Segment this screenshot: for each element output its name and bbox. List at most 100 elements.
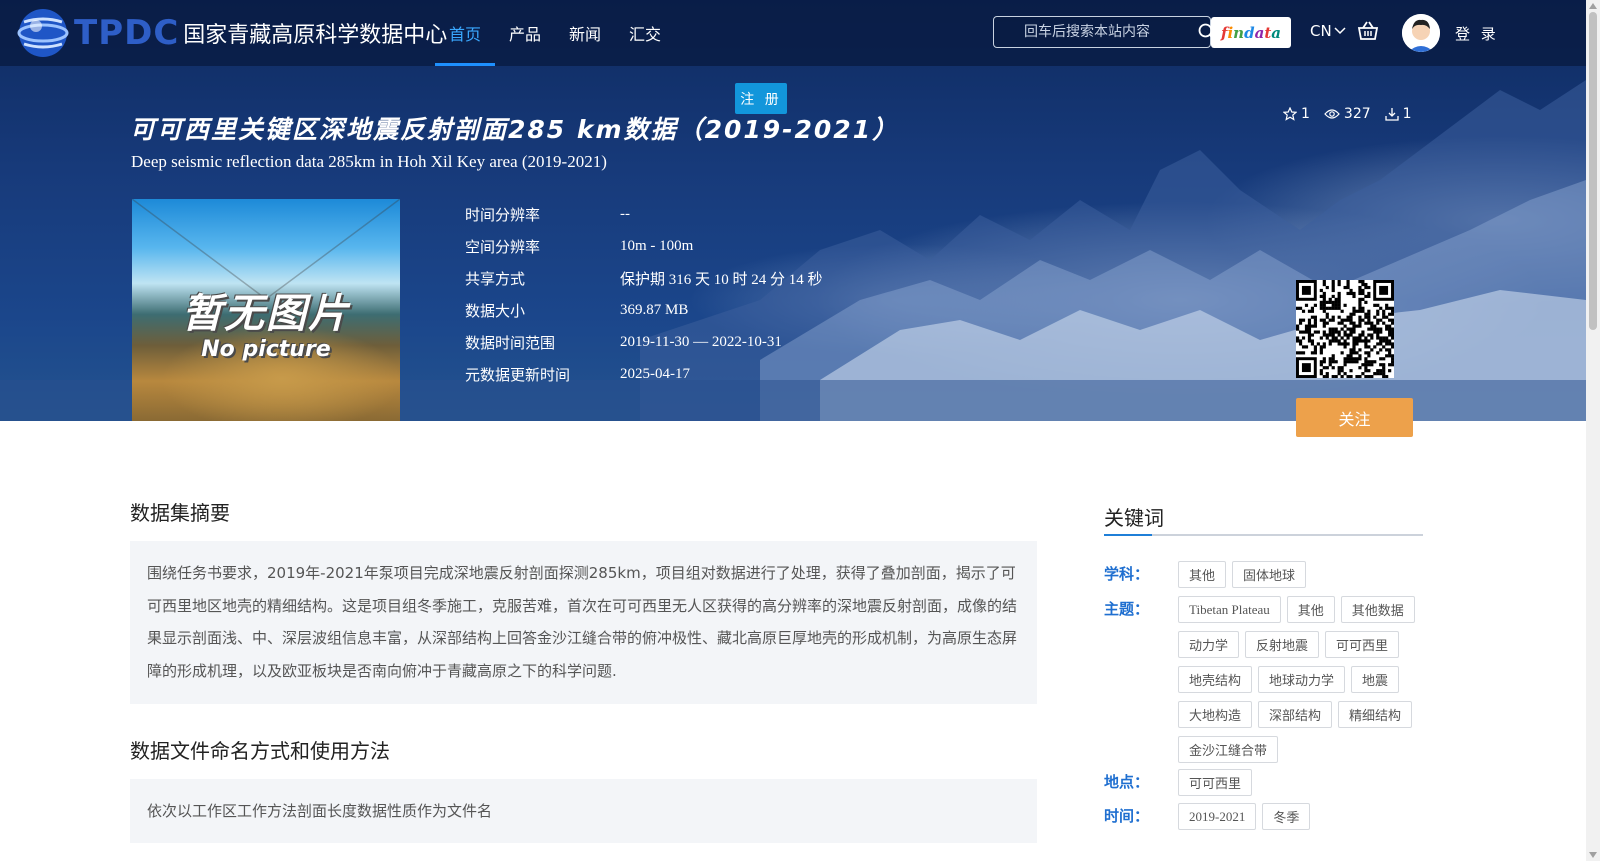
download-count: 1 (1385, 106, 1412, 122)
findata-letter: a (1254, 23, 1265, 42)
info-value: -- (620, 205, 630, 222)
abstract-box: 围绕任务书要求，2019年-2021年泵项目完成深地震反射剖面探测285km，项… (130, 541, 1037, 704)
dataset-stats: 1 327 1 (1283, 106, 1412, 122)
info-label: 空间分辨率 (465, 237, 541, 256)
login-link[interactable]: 登 录 (1455, 23, 1499, 44)
favorite-count-value: 1 (1301, 106, 1310, 122)
keyword-tag[interactable]: 地震 (1351, 666, 1400, 693)
findata-link[interactable]: findata (1211, 17, 1291, 48)
naming-box: 依次以工作区工作方法剖面长度数据性质作为文件名 (130, 779, 1037, 843)
scroll-up-icon[interactable] (1586, 0, 1600, 12)
info-row-sharing: 共享方式 保护期 316 天 10 时 24 分 14 秒 (465, 262, 823, 294)
search-input[interactable] (994, 17, 1198, 47)
keyword-tag[interactable]: 固体地球 (1232, 561, 1307, 588)
naming-title: 数据文件命名方式和使用方法 (130, 739, 390, 763)
keyword-tag[interactable]: 大地构造 (1178, 701, 1253, 728)
info-value: 保护期 316 天 10 时 24 分 14 秒 (620, 271, 823, 288)
info-row-data-size: 数据大小 369.87 MB (465, 294, 823, 326)
site-logo[interactable]: TPDC 国家青藏高原科学数据中心 (14, 4, 447, 62)
info-label: 共享方式 (465, 269, 526, 288)
info-value: 2019-11-30 — 2022-10-31 (620, 333, 782, 350)
scrollbar-thumb[interactable] (1589, 12, 1597, 330)
main-nav: 首页 产品 新闻 汇交 (435, 0, 675, 66)
info-row-metadata-update: 元数据更新时间 2025-04-17 (465, 358, 823, 390)
keyword-tag[interactable]: 其他 (1286, 596, 1335, 623)
qr-code (1296, 280, 1395, 379)
follow-button[interactable]: 关注 (1296, 398, 1413, 437)
eye-icon (1324, 109, 1340, 119)
keyword-group-place: 地点： 可可西里 (1104, 769, 1434, 796)
nav-home[interactable]: 首页 (435, 0, 496, 66)
info-value: 10m - 100m (620, 237, 694, 254)
logo-mark-text: TPDC (74, 13, 180, 53)
language-label: CN (1310, 22, 1332, 40)
info-label: 元数据更新时间 (465, 365, 571, 384)
nav-products[interactable]: 产品 (495, 0, 555, 66)
findata-letter: n (1233, 23, 1245, 42)
info-label: 数据时间范围 (465, 333, 556, 352)
qr-code-icon (1296, 280, 1395, 379)
keyword-tag[interactable]: 其他数据 (1340, 596, 1415, 623)
user-avatar-icon (1402, 14, 1440, 52)
keyword-tag[interactable]: 金沙江缝合带 (1178, 736, 1279, 763)
keyword-tag[interactable]: 地球动力学 (1258, 666, 1346, 693)
no-picture-cn: 暂无图片 (182, 291, 350, 337)
info-label: 时间分辨率 (465, 205, 541, 224)
keyword-group-label: 地点： (1104, 773, 1150, 791)
nav-news[interactable]: 新闻 (555, 0, 615, 66)
dataset-subtitle: Deep seismic reflection data 285km in Ho… (131, 152, 607, 171)
keyword-group-discipline: 学科： 其他 固体地球 (1104, 561, 1434, 588)
keyword-tag[interactable]: 2019-2021 (1178, 803, 1257, 830)
keyword-tag[interactable]: Tibetan Plateau (1178, 596, 1281, 623)
abstract-text: 围绕任务书要求，2019年-2021年泵项目完成深地震反射剖面探测285km，项… (147, 564, 1018, 680)
findata-letter: a (1271, 23, 1281, 42)
download-count-value: 1 (1402, 106, 1412, 122)
dataset-info: 时间分辨率 -- 空间分辨率 10m - 100m 共享方式 保护期 316 天… (465, 198, 823, 390)
download-icon (1385, 108, 1399, 121)
keyword-group-label: 主题： (1104, 600, 1150, 618)
no-picture-en: No picture (201, 337, 331, 362)
naming-text: 依次以工作区工作方法剖面长度数据性质作为文件名 (147, 802, 493, 820)
keyword-tag[interactable]: 反射地震 (1245, 631, 1320, 658)
keyword-tag[interactable]: 精细结构 (1338, 701, 1413, 728)
view-count-value: 327 (1343, 106, 1371, 122)
dataset-title: 可可西里关键区深地震反射剖面285 km数据（2019-2021） (130, 115, 900, 144)
abstract-title: 数据集摘要 (130, 501, 230, 525)
favorite-count[interactable]: 1 (1283, 106, 1310, 122)
keyword-group-time: 时间： 2019-2021 冬季 (1104, 803, 1434, 830)
page-scrollbar[interactable] (1586, 0, 1600, 861)
keyword-tag[interactable]: 可可西里 (1178, 769, 1253, 796)
keyword-tag[interactable]: 动力学 (1178, 631, 1240, 658)
keywords-divider (1104, 534, 1423, 536)
info-label: 数据大小 (465, 301, 526, 320)
nav-submit[interactable]: 汇交 (615, 0, 675, 66)
findata-letter: t (1264, 23, 1272, 42)
scroll-down-icon[interactable] (1586, 849, 1600, 861)
top-navigation-bar: TPDC 国家青藏高原科学数据中心 首页 产品 新闻 汇交 findata CN (0, 0, 1586, 66)
findata-letter: d (1244, 23, 1255, 42)
info-row-time-range: 数据时间范围 2019-11-30 — 2022-10-31 (465, 326, 823, 358)
keyword-tags: 其他 固体地球 (1178, 561, 1434, 588)
keyword-group-label: 学科： (1104, 565, 1150, 583)
keywords-title: 关键词 (1104, 506, 1164, 530)
keyword-tags: Tibetan Plateau 其他 其他数据 动力学 反射地震 可可西里 地壳… (1178, 596, 1434, 763)
keyword-group-label: 时间： (1104, 807, 1150, 825)
language-switch[interactable]: CN (1310, 22, 1346, 40)
avatar[interactable] (1402, 14, 1440, 52)
basket-icon (1357, 21, 1379, 40)
site-search (993, 16, 1216, 48)
keyword-tag[interactable]: 其他 (1178, 561, 1227, 588)
dataset-thumbnail: 暂无图片 No picture (132, 199, 400, 421)
star-icon (1283, 107, 1297, 121)
keyword-tag[interactable]: 地壳结构 (1178, 666, 1253, 693)
info-row-time-resolution: 时间分辨率 -- (465, 198, 823, 230)
keyword-tag[interactable]: 深部结构 (1258, 701, 1333, 728)
info-row-spatial-resolution: 空间分辨率 10m - 100m (465, 230, 823, 262)
cart-button[interactable] (1357, 20, 1379, 46)
info-value: 369.87 MB (620, 301, 689, 318)
chevron-down-icon (1334, 27, 1346, 35)
view-count: 327 (1324, 106, 1371, 122)
site-name: 国家青藏高原科学数据中心 (183, 23, 448, 48)
keyword-tag[interactable]: 冬季 (1262, 803, 1311, 830)
keyword-tag[interactable]: 可可西里 (1325, 631, 1400, 658)
